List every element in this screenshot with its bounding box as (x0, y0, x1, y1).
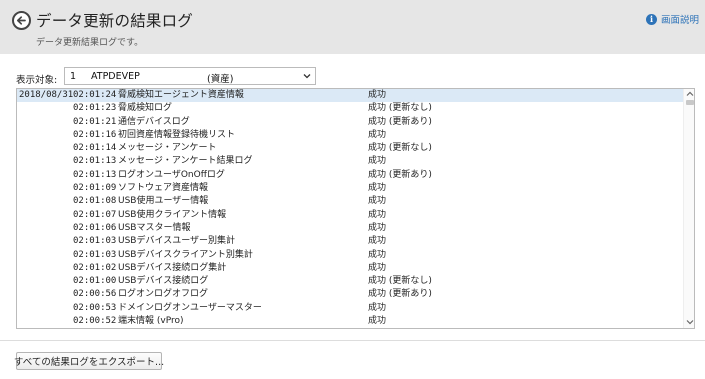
log-time: 02:01:03 (73, 236, 117, 247)
log-name: USB使用クライアント情報 (118, 209, 227, 220)
log-row[interactable]: 02:01:02 USBデバイス接続ログ集計 成功 (17, 262, 683, 275)
log-result: 成功 (368, 316, 387, 327)
log-name: 端末情報 (vPro) (118, 316, 184, 327)
log-time: 02:01:07 (73, 209, 117, 220)
log-time: 02:01:13 (73, 169, 117, 180)
scroll-up-icon[interactable] (686, 90, 694, 98)
log-time: 02:01:16 (73, 129, 117, 140)
log-result: 成功 (368, 236, 387, 247)
log-name: 初回資産情報登録待機リスト (118, 129, 236, 140)
log-row[interactable]: 02:01:14 メッセージ・アンケート 成功 (更新なし) (17, 142, 683, 155)
vertical-scrollbar[interactable] (683, 89, 694, 328)
target-type: (資産) (207, 74, 234, 85)
log-name: 通信デバイスログ (118, 116, 190, 127)
log-name: 脅威検知ログ (118, 103, 173, 114)
log-time: 02:01:24 (73, 90, 117, 100)
log-name: ログオンユーザOnOffログ (118, 169, 225, 180)
export-all-button[interactable]: すべての結果ログをエクスポート... (14, 352, 164, 370)
log-result: 成功 (368, 302, 387, 313)
log-name: 脅威検知エージェント資産情報 (118, 90, 244, 100)
log-name: ソフトウェア資産情報 (118, 183, 209, 194)
back-arrow-icon[interactable] (12, 11, 31, 30)
log-time: 02:01:23 (73, 103, 117, 114)
log-time: 02:00:52 (73, 316, 117, 327)
log-row[interactable]: 02:00:52 端末情報 (vPro) 成功 (17, 315, 683, 328)
log-row[interactable]: 02:00:56 ログオンログオフログ 成功 (更新あり) (17, 288, 683, 301)
log-name: ログオンログオフログ (118, 289, 209, 300)
log-time: 02:01:08 (73, 196, 117, 207)
log-name: USBデバイス接続ログ集計 (118, 262, 227, 273)
log-row[interactable]: 02:01:03 USBデバイスユーザー別集計 成功 (17, 235, 683, 248)
log-row[interactable]: 02:01:06 USBマスター情報 成功 (17, 222, 683, 235)
log-time: 02:01:21 (73, 116, 117, 127)
log-row[interactable]: 02:01:23 脅威検知ログ 成功 (更新なし) (17, 102, 683, 115)
page-title: データ更新の結果ログ (36, 12, 194, 30)
log-name: USBデバイスクライアント別集計 (118, 249, 253, 260)
log-result: 成功 (368, 209, 387, 220)
log-row[interactable]: 02:00:53 ドメインログオンユーザーマスター 成功 (17, 302, 683, 315)
log-name: メッセージ・アンケート結果ログ (118, 156, 253, 167)
chevron-down-icon (303, 74, 311, 79)
target-label: 表示対象: (16, 75, 58, 86)
log-row[interactable]: 02:01:09 ソフトウェア資産情報 成功 (17, 182, 683, 195)
log-date: 2018/08/31 (19, 90, 74, 100)
log-time: 02:00:56 (73, 289, 117, 300)
target-name: ATPDEVEP (91, 71, 140, 82)
log-result: 成功 (更新なし) (368, 276, 432, 287)
log-time: 02:01:09 (73, 183, 117, 194)
log-row[interactable]: 2018/08/31 02:01:24 脅威検知エージェント資産情報 成功 (17, 89, 683, 103)
log-row[interactable]: 02:01:13 ログオンユーザOnOffログ 成功 (更新あり) (17, 169, 683, 182)
log-name: メッセージ・アンケート (118, 143, 217, 154)
log-result: 成功 (更新なし) (368, 103, 432, 114)
log-result: 成功 (更新なし) (368, 143, 432, 154)
footer-divider (0, 340, 705, 341)
log-result: 成功 (更新あり) (368, 289, 432, 300)
log-name: USBデバイス接続ログ (118, 276, 209, 287)
log-time: 02:01:13 (73, 156, 117, 167)
log-name: USBデバイスユーザー別集計 (118, 236, 236, 247)
log-result: 成功 (368, 183, 387, 194)
scroll-down-icon[interactable] (686, 318, 694, 326)
log-rows: 2018/08/31 02:01:24 脅威検知エージェント資産情報 成功 02:01:… (17, 89, 683, 328)
result-log-list[interactable]: 2018/08/31 02:01:24 脅威検知エージェント資産情報 成功 02:01:… (16, 88, 695, 329)
target-select[interactable]: 1 ATPDEVEP (資産) (64, 67, 316, 85)
log-row[interactable]: 02:01:00 USBデバイス接続ログ 成功 (更新なし) (17, 275, 683, 288)
log-name: ドメインログオンユーザーマスター (118, 302, 262, 313)
log-result: 成功 (更新あり) (368, 116, 432, 127)
scroll-thumb[interactable] (686, 100, 694, 105)
back-arrow-glyph (16, 16, 26, 25)
log-row[interactable]: 02:01:03 USBデバイスクライアント別集計 成功 (17, 249, 683, 262)
log-time: 02:01:14 (73, 143, 117, 154)
log-time: 02:00:53 (73, 302, 117, 313)
log-result: 成功 (368, 222, 387, 233)
log-name: USB使用ユーザー情報 (118, 196, 209, 207)
log-result: 成功 (368, 262, 387, 273)
info-icon: i (646, 13, 657, 25)
log-row[interactable]: 02:01:16 初回資産情報登録待機リスト 成功 (17, 129, 683, 142)
target-id: 1 (70, 71, 77, 82)
help-link[interactable]: i 画面説明 (646, 12, 699, 26)
log-name: USBマスター情報 (118, 222, 191, 233)
log-result: 成功 (368, 129, 387, 140)
page-header: データ更新の結果ログ データ更新結果ログです。 i 画面説明 (0, 0, 705, 54)
log-result: 成功 (368, 90, 387, 100)
log-result: 成功 (368, 156, 387, 167)
log-time: 02:01:03 (73, 249, 117, 260)
log-result: 成功 (更新あり) (368, 169, 432, 180)
log-row[interactable]: 02:01:07 USB使用クライアント情報 成功 (17, 209, 683, 222)
log-time: 02:01:02 (73, 262, 117, 273)
log-row[interactable]: 02:01:13 メッセージ・アンケート結果ログ 成功 (17, 155, 683, 168)
help-label: 画面説明 (661, 15, 700, 26)
log-time: 02:01:06 (73, 222, 117, 233)
log-row[interactable]: 02:01:08 USB使用ユーザー情報 成功 (17, 195, 683, 208)
log-result: 成功 (368, 249, 387, 260)
log-result: 成功 (368, 196, 387, 207)
page-subtitle: データ更新結果ログです。 (36, 38, 144, 48)
log-time: 02:01:00 (73, 276, 117, 287)
log-row[interactable]: 02:01:21 通信デバイスログ 成功 (更新あり) (17, 116, 683, 129)
